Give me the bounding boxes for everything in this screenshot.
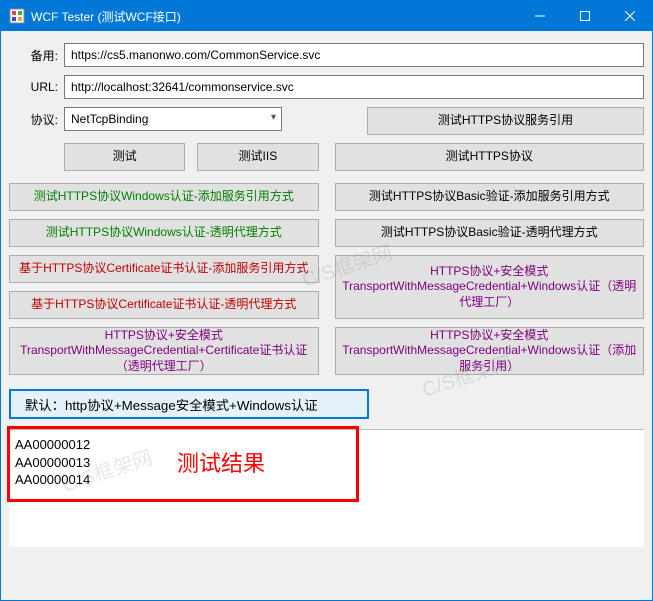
test-buttons-group: 测试 测试IIS: [64, 143, 319, 171]
protocol-select-wrap: ▾: [64, 107, 282, 135]
minimize-icon: [535, 11, 545, 21]
minimize-button[interactable]: [517, 1, 562, 31]
https-win-proxy-button[interactable]: 测试HTTPS协议Windows认证-透明代理方式: [9, 219, 319, 247]
url-label: URL:: [9, 80, 64, 94]
maximize-icon: [580, 11, 590, 21]
results-area: AA00000012 AA00000013 AA00000014 测试结果: [9, 429, 644, 547]
test-iis-button[interactable]: 测试IIS: [197, 143, 318, 171]
url-row: URL:: [9, 75, 644, 99]
window-title: WCF Tester (测试WCF接口): [31, 8, 517, 25]
https-sec-cert-proxy-button[interactable]: HTTPS协议+安全模式TransportWithMessageCredenti…: [9, 327, 319, 375]
titlebar[interactable]: WCF Tester (测试WCF接口): [1, 1, 652, 31]
test-https-ref-button[interactable]: 测试HTTPS协议服务引用: [367, 107, 644, 135]
window-controls: [517, 1, 652, 31]
default-button[interactable]: 默认：http协议+Message安全模式+Windows认证: [9, 389, 369, 419]
protocol-select[interactable]: [64, 107, 282, 131]
test-https-button[interactable]: 测试HTTPS协议: [335, 143, 645, 171]
https-basic-proxy-button[interactable]: 测试HTTPS协议Basic验证-透明代理方式: [335, 219, 645, 247]
result-line: AA00000014: [15, 471, 638, 489]
url-input[interactable]: [64, 75, 644, 99]
close-icon: [625, 11, 635, 21]
app-icon: [9, 8, 25, 24]
protocol-row: 协议: ▾ 测试HTTPS协议服务引用: [9, 107, 644, 135]
protocol-label: 协议:: [9, 107, 64, 135]
client-area: 备用: URL: 协议: ▾ 测试HTTPS协议服务引用 测试 测试IIS 测试…: [1, 31, 652, 600]
backup-input[interactable]: [64, 43, 644, 67]
https-win-add-button[interactable]: 测试HTTPS协议Windows认证-添加服务引用方式: [9, 183, 319, 211]
backup-label: 备用:: [9, 47, 64, 64]
close-button[interactable]: [607, 1, 652, 31]
app-window: WCF Tester (测试WCF接口) 备用: URL: 协议:: [0, 0, 653, 601]
result-line: AA00000012: [15, 436, 638, 454]
https-sec-win-add-button[interactable]: HTTPS协议+安全模式TransportWithMessageCredenti…: [335, 327, 645, 375]
result-line: AA00000013: [15, 454, 638, 472]
maximize-button[interactable]: [562, 1, 607, 31]
backup-row: 备用:: [9, 43, 644, 67]
https-cert-add-button[interactable]: 基于HTTPS协议Certificate证书认证-添加服务引用方式: [9, 255, 319, 283]
https-cert-proxy-button[interactable]: 基于HTTPS协议Certificate证书认证-透明代理方式: [9, 291, 319, 319]
test-button[interactable]: 测试: [64, 143, 185, 171]
https-sec-win-proxy-button[interactable]: HTTPS协议+安全模式TransportWithMessageCredenti…: [335, 255, 645, 319]
https-basic-add-button[interactable]: 测试HTTPS协议Basic验证-添加服务引用方式: [335, 183, 645, 211]
